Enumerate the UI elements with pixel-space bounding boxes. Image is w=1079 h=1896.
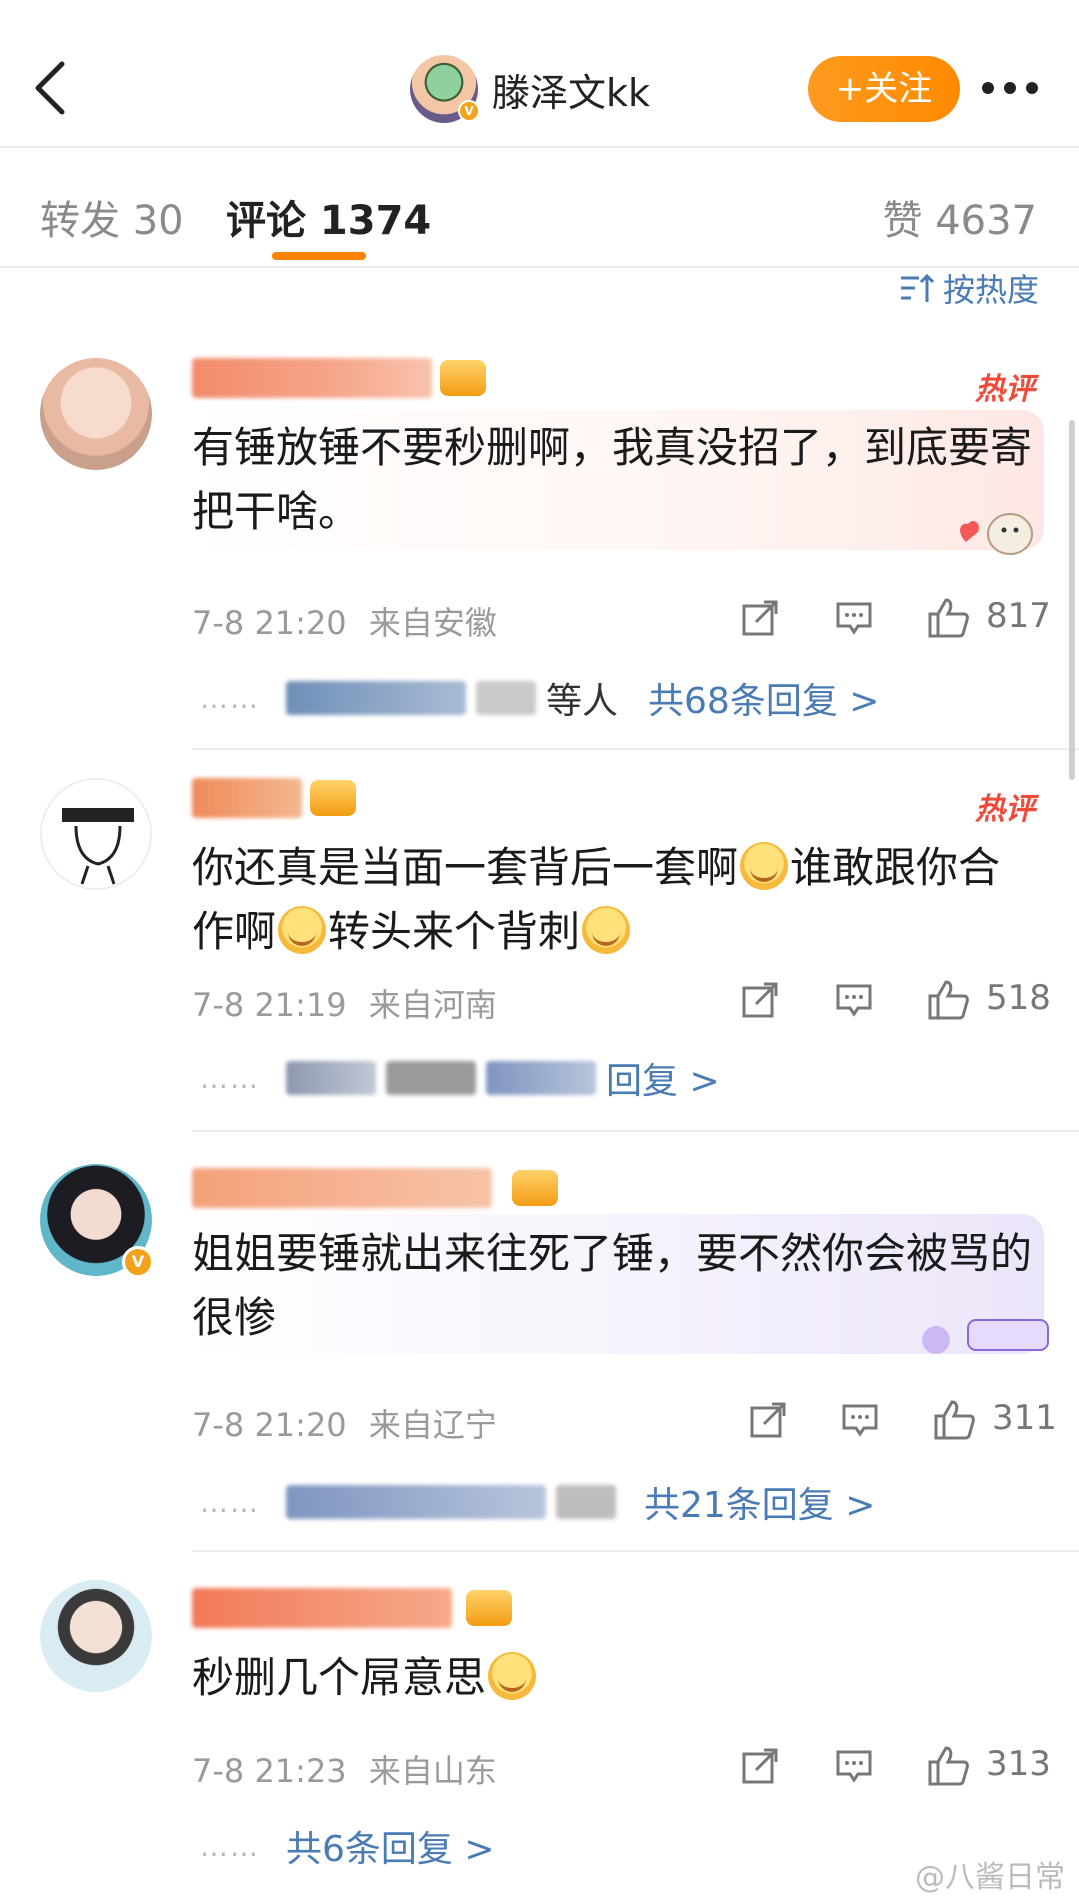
- avatar[interactable]: [40, 1580, 152, 1692]
- comment-icon[interactable]: [834, 598, 874, 638]
- avatar[interactable]: [40, 778, 152, 890]
- reply-summary[interactable]: …… 等人 共68条回复 >: [200, 672, 879, 724]
- hot-comment-badge: 热评: [975, 372, 1035, 407]
- comment-time: 7-8 21:19: [192, 986, 347, 1024]
- verified-badge-icon: V: [458, 100, 480, 122]
- smile-emoji-icon: [278, 906, 327, 954]
- heart-sticker-icon: [960, 513, 1033, 555]
- username-redacted[interactable]: [192, 1588, 452, 1628]
- reply-summary[interactable]: …… 回复 >: [200, 1052, 720, 1104]
- verified-badge-icon: V: [122, 1246, 154, 1278]
- share-icon[interactable]: [740, 980, 780, 1020]
- comment-location: 来自安徽: [368, 604, 497, 642]
- tab-likes[interactable]: 赞 4637: [882, 188, 1037, 246]
- like-icon[interactable]: [926, 978, 970, 1022]
- comment-meta: 7-8 21:20 来自安徽: [192, 598, 497, 644]
- reply-tail: 等人: [546, 681, 619, 722]
- comment-text: 秒删几个屌意思: [192, 1646, 1042, 1710]
- watermark: @八酱日常: [915, 1860, 1065, 1895]
- view-replies-link[interactable]: 共21条回复 >: [644, 1476, 875, 1528]
- comment-text-part: 秒删几个屌意思: [192, 1653, 487, 1702]
- username-redacted[interactable]: [192, 778, 302, 818]
- comment-meta: 7-8 21:20 来自辽宁: [192, 1400, 497, 1446]
- comment-time: 7-8 21:20: [192, 1406, 347, 1444]
- comment-location: 来自河南: [368, 986, 497, 1024]
- sort-by-hot-button[interactable]: 按热度: [899, 265, 1039, 311]
- username-redacted[interactable]: [192, 1168, 492, 1208]
- comment-text-part: 你还真是当面一套背后一套啊: [192, 843, 739, 892]
- author-name[interactable]: 滕泽文kk: [492, 62, 650, 117]
- comment-location: 来自山东: [368, 1752, 497, 1790]
- more-icon[interactable]: [978, 70, 1042, 106]
- fan-level-badge-icon: [466, 1590, 512, 1626]
- divider: [192, 1550, 1079, 1552]
- comment-icon[interactable]: [840, 1400, 880, 1440]
- back-arrow-icon[interactable]: [28, 58, 72, 118]
- redacted-replier: [286, 1061, 376, 1095]
- comment-icon[interactable]: [834, 1746, 874, 1786]
- follow-button[interactable]: +关注: [808, 56, 960, 122]
- fan-level-badge-icon: [512, 1170, 558, 1206]
- tab-bar: 转发 30 评论 1374 赞 4637: [0, 150, 1079, 268]
- comment-text-part: 转头来个背刺: [328, 907, 581, 956]
- avatar[interactable]: [40, 358, 152, 470]
- like-icon[interactable]: [926, 1744, 970, 1788]
- dots: ……: [200, 681, 260, 715]
- tab-repost[interactable]: 转发 30: [40, 188, 184, 246]
- like-icon[interactable]: [932, 1398, 976, 1442]
- comment-time: 7-8 21:20: [192, 604, 347, 642]
- redacted-replier: [476, 681, 536, 715]
- divider: [192, 748, 1079, 750]
- sketch-avatar-icon: [62, 808, 134, 885]
- dots: ……: [200, 1829, 260, 1863]
- like-count: 518: [986, 978, 1051, 1018]
- comment-text: 有锤放锤不要秒删啊，我真没招了，到底要寄把干啥。: [192, 423, 1033, 536]
- comment-meta: 7-8 21:19 来自河南: [192, 980, 497, 1026]
- intp-card-decoration-icon: [922, 1319, 1049, 1354]
- share-icon[interactable]: [740, 1746, 780, 1786]
- view-replies-link[interactable]: 共68条回复 >: [648, 672, 879, 724]
- top-bar: V 滕泽文kk +关注: [0, 0, 1079, 148]
- sort-icon: [900, 273, 935, 302]
- fan-level-badge-icon: [310, 780, 356, 816]
- username-redacted[interactable]: [192, 358, 432, 398]
- laugh-cry-emoji-icon: [488, 1652, 537, 1700]
- active-tab-indicator: [272, 252, 366, 260]
- reply-summary[interactable]: …… 共21条回复 >: [200, 1476, 875, 1528]
- view-replies-link[interactable]: 共6条回复 >: [286, 1820, 495, 1872]
- fan-level-badge-icon: [440, 360, 486, 396]
- divider: [192, 1130, 1079, 1132]
- comment-icon[interactable]: [834, 980, 874, 1020]
- sort-label: 按热度: [942, 271, 1039, 309]
- smile-emoji-icon: [740, 842, 789, 890]
- like-count: 311: [992, 1398, 1057, 1438]
- share-icon[interactable]: [740, 598, 780, 638]
- redacted-replier: [286, 681, 466, 715]
- dots: ……: [200, 1061, 260, 1095]
- like-icon[interactable]: [926, 596, 970, 640]
- view-replies-link[interactable]: 回复 >: [606, 1052, 720, 1104]
- comment-time: 7-8 21:23: [192, 1752, 347, 1790]
- tab-comments[interactable]: 评论 1374: [226, 188, 431, 246]
- redacted-replier: [556, 1485, 616, 1519]
- reply-summary[interactable]: …… 共6条回复 >: [200, 1820, 495, 1872]
- comment-location: 来自辽宁: [368, 1406, 497, 1444]
- redacted-replier: [386, 1061, 476, 1095]
- redacted-replier: [486, 1061, 596, 1095]
- redacted-replier: [286, 1485, 546, 1519]
- like-count: 817: [986, 596, 1051, 636]
- share-icon[interactable]: [748, 1400, 788, 1440]
- hot-comment-badge: 热评: [975, 792, 1035, 827]
- comment-text: 你还真是当面一套背后一套啊 谁敢跟你合作啊 转头来个背刺: [192, 836, 1042, 964]
- dots: ……: [200, 1485, 260, 1519]
- scrollbar[interactable]: [1069, 420, 1075, 780]
- smile-emoji-icon: [582, 906, 631, 954]
- like-count: 313: [986, 1744, 1051, 1784]
- comment-meta: 7-8 21:23 来自山东: [192, 1746, 497, 1792]
